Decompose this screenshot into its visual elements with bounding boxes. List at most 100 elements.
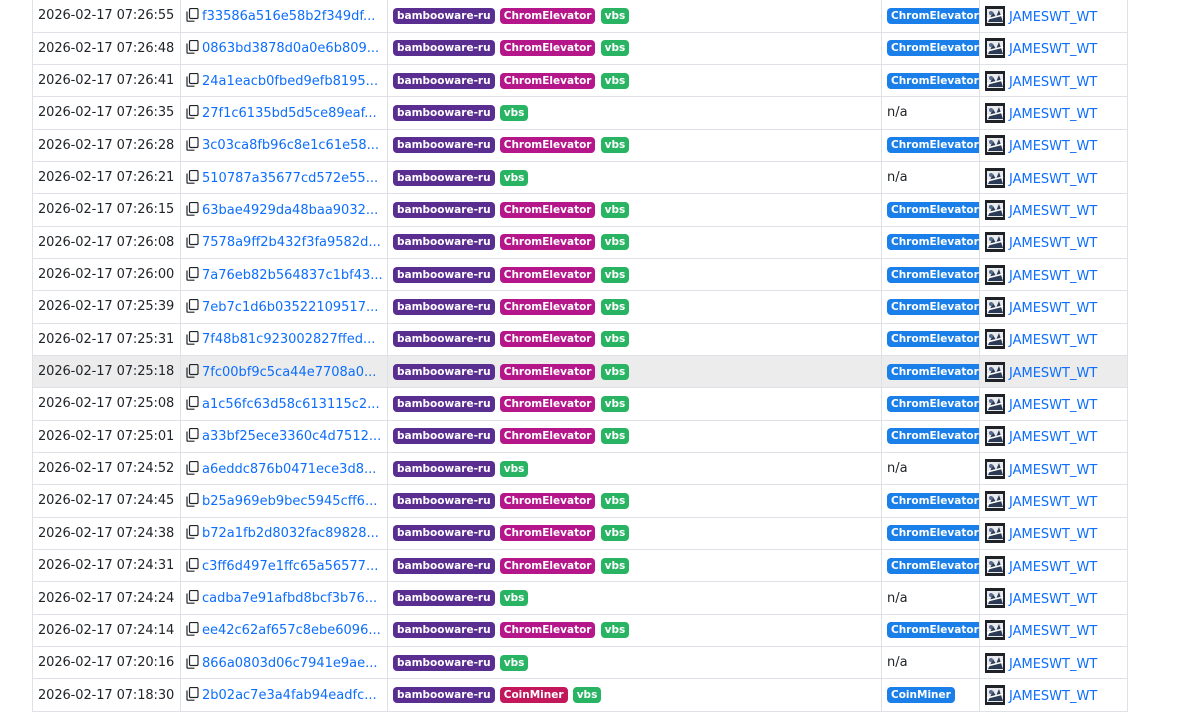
tag-bambooware-ru[interactable]: bambooware-ru [393,104,495,121]
sha256-link[interactable]: 7578a9ff2b432f3fa9582d... [202,235,381,250]
tag-bambooware-ru[interactable]: bambooware-ru [393,395,495,412]
tag-chromelevator[interactable]: ChromElevator [499,428,596,445]
reporter-link[interactable]: JAMESWT_WT [1009,236,1097,251]
sha256-link[interactable]: a6eddc876b0471ece3d8... [202,462,376,477]
tag-chromelevator[interactable]: ChromElevator [499,137,596,154]
tag-vbs[interactable]: vbs [600,266,630,283]
sha256-link[interactable]: 7f48b81c923002827ffed... [202,332,375,347]
reporter-link[interactable]: JAMESWT_WT [1009,42,1097,57]
tag-vbs[interactable]: vbs [499,654,529,671]
tag-bambooware-ru[interactable]: bambooware-ru [393,525,495,542]
sha256-link[interactable]: 7a76eb82b564837c1bf43... [202,268,383,283]
sha256-link[interactable]: 27f1c6135bd5d5ce89eaf... [202,106,377,121]
reporter-link[interactable]: JAMESWT_WT [1009,689,1097,704]
signature-badge[interactable]: ChromElevator [887,298,980,315]
tag-bambooware-ru[interactable]: bambooware-ru [393,266,495,283]
reporter-link[interactable]: JAMESWT_WT [1009,495,1097,510]
copy-icon[interactable] [186,234,199,249]
sha256-link[interactable]: a1c56fc63d58c613115c2... [202,397,380,412]
reporter-link[interactable]: JAMESWT_WT [1009,204,1097,219]
tag-bambooware-ru[interactable]: bambooware-ru [393,201,495,218]
copy-icon[interactable] [186,654,199,669]
reporter-link[interactable]: JAMESWT_WT [1009,333,1097,348]
tag-vbs[interactable]: vbs [499,104,529,121]
tag-vbs[interactable]: vbs [600,137,630,154]
signature-badge[interactable]: ChromElevator [887,201,980,218]
reporter-link[interactable]: JAMESWT_WT [1009,624,1097,639]
copy-icon[interactable] [186,7,199,22]
signature-badge[interactable]: ChromElevator [887,622,980,639]
tag-vbs[interactable]: vbs [499,169,529,186]
tag-chromelevator[interactable]: ChromElevator [499,331,596,348]
tag-coinminer[interactable]: CoinMiner [499,687,568,704]
copy-icon[interactable] [186,331,199,346]
tag-chromelevator[interactable]: ChromElevator [499,492,596,509]
reporter-link[interactable]: JAMESWT_WT [1009,10,1097,25]
tag-chromelevator[interactable]: ChromElevator [499,298,596,315]
copy-icon[interactable] [186,363,199,378]
reporter-link[interactable]: JAMESWT_WT [1009,301,1097,316]
sha256-link[interactable]: 510787a35677cd572e55... [202,171,378,186]
signature-badge[interactable]: ChromElevator [887,428,980,445]
reporter-link[interactable]: JAMESWT_WT [1009,269,1097,284]
reporter-link[interactable]: JAMESWT_WT [1009,592,1097,607]
tag-bambooware-ru[interactable]: bambooware-ru [393,590,495,607]
tag-bambooware-ru[interactable]: bambooware-ru [393,654,495,671]
tag-chromelevator[interactable]: ChromElevator [499,234,596,251]
sha256-link[interactable]: a33bf25ece3360c4d7512... [202,429,381,444]
copy-icon[interactable] [186,104,199,119]
tag-chromelevator[interactable]: ChromElevator [499,557,596,574]
copy-icon[interactable] [186,428,199,443]
tag-chromelevator[interactable]: ChromElevator [499,266,596,283]
tag-bambooware-ru[interactable]: bambooware-ru [393,363,495,380]
tag-vbs[interactable]: vbs [600,331,630,348]
signature-badge[interactable]: ChromElevator [887,492,980,509]
tag-bambooware-ru[interactable]: bambooware-ru [393,460,495,477]
reporter-link[interactable]: JAMESWT_WT [1009,657,1097,672]
tag-vbs[interactable]: vbs [572,687,602,704]
signature-badge[interactable]: ChromElevator [887,40,980,57]
tag-vbs[interactable]: vbs [600,395,630,412]
tag-vbs[interactable]: vbs [499,590,529,607]
tag-vbs[interactable]: vbs [600,7,630,24]
copy-icon[interactable] [186,557,199,572]
sha256-link[interactable]: 2b02ac7e3a4fab94eadfc... [202,688,377,703]
copy-icon[interactable] [186,298,199,313]
signature-badge[interactable]: ChromElevator [887,266,980,283]
signature-badge[interactable]: ChromElevator [887,7,980,24]
tag-bambooware-ru[interactable]: bambooware-ru [393,298,495,315]
copy-icon[interactable] [186,266,199,281]
sha256-link[interactable]: 3c03ca8fb96c8e1c61e58... [202,138,379,153]
tag-vbs[interactable]: vbs [600,622,630,639]
tag-vbs[interactable]: vbs [499,460,529,477]
sha256-link[interactable]: c3ff6d497e1ffc65a56577... [202,559,378,574]
tag-bambooware-ru[interactable]: bambooware-ru [393,687,495,704]
signature-badge[interactable]: ChromElevator [887,363,980,380]
tag-bambooware-ru[interactable]: bambooware-ru [393,492,495,509]
tag-bambooware-ru[interactable]: bambooware-ru [393,7,495,24]
tag-bambooware-ru[interactable]: bambooware-ru [393,557,495,574]
copy-icon[interactable] [186,687,199,701]
tag-vbs[interactable]: vbs [600,201,630,218]
reporter-link[interactable]: JAMESWT_WT [1009,75,1097,90]
tag-vbs[interactable]: vbs [600,363,630,380]
reporter-link[interactable]: JAMESWT_WT [1009,366,1097,381]
tag-bambooware-ru[interactable]: bambooware-ru [393,169,495,186]
sha256-link[interactable]: 7fc00bf9c5ca44e7708a0... [202,365,376,380]
copy-icon[interactable] [186,492,199,507]
sha256-link[interactable]: f33586a516e58b2f349df... [202,9,375,24]
copy-icon[interactable] [186,40,199,54]
copy-icon[interactable] [186,525,199,540]
sha256-link[interactable]: b25a969eb9bec5945cff6... [202,494,377,509]
sha256-link[interactable]: 7eb7c1d6b03522109517... [202,300,378,315]
signature-badge[interactable]: ChromElevator [887,557,980,574]
tag-bambooware-ru[interactable]: bambooware-ru [393,428,495,445]
tag-vbs[interactable]: vbs [600,40,630,57]
tag-bambooware-ru[interactable]: bambooware-ru [393,234,495,251]
tag-chromelevator[interactable]: ChromElevator [499,363,596,380]
tag-bambooware-ru[interactable]: bambooware-ru [393,331,495,348]
reporter-link[interactable]: JAMESWT_WT [1009,107,1097,122]
tag-chromelevator[interactable]: ChromElevator [499,7,596,24]
signature-badge[interactable]: CoinMiner [887,687,955,704]
signature-badge[interactable]: ChromElevator [887,234,980,251]
